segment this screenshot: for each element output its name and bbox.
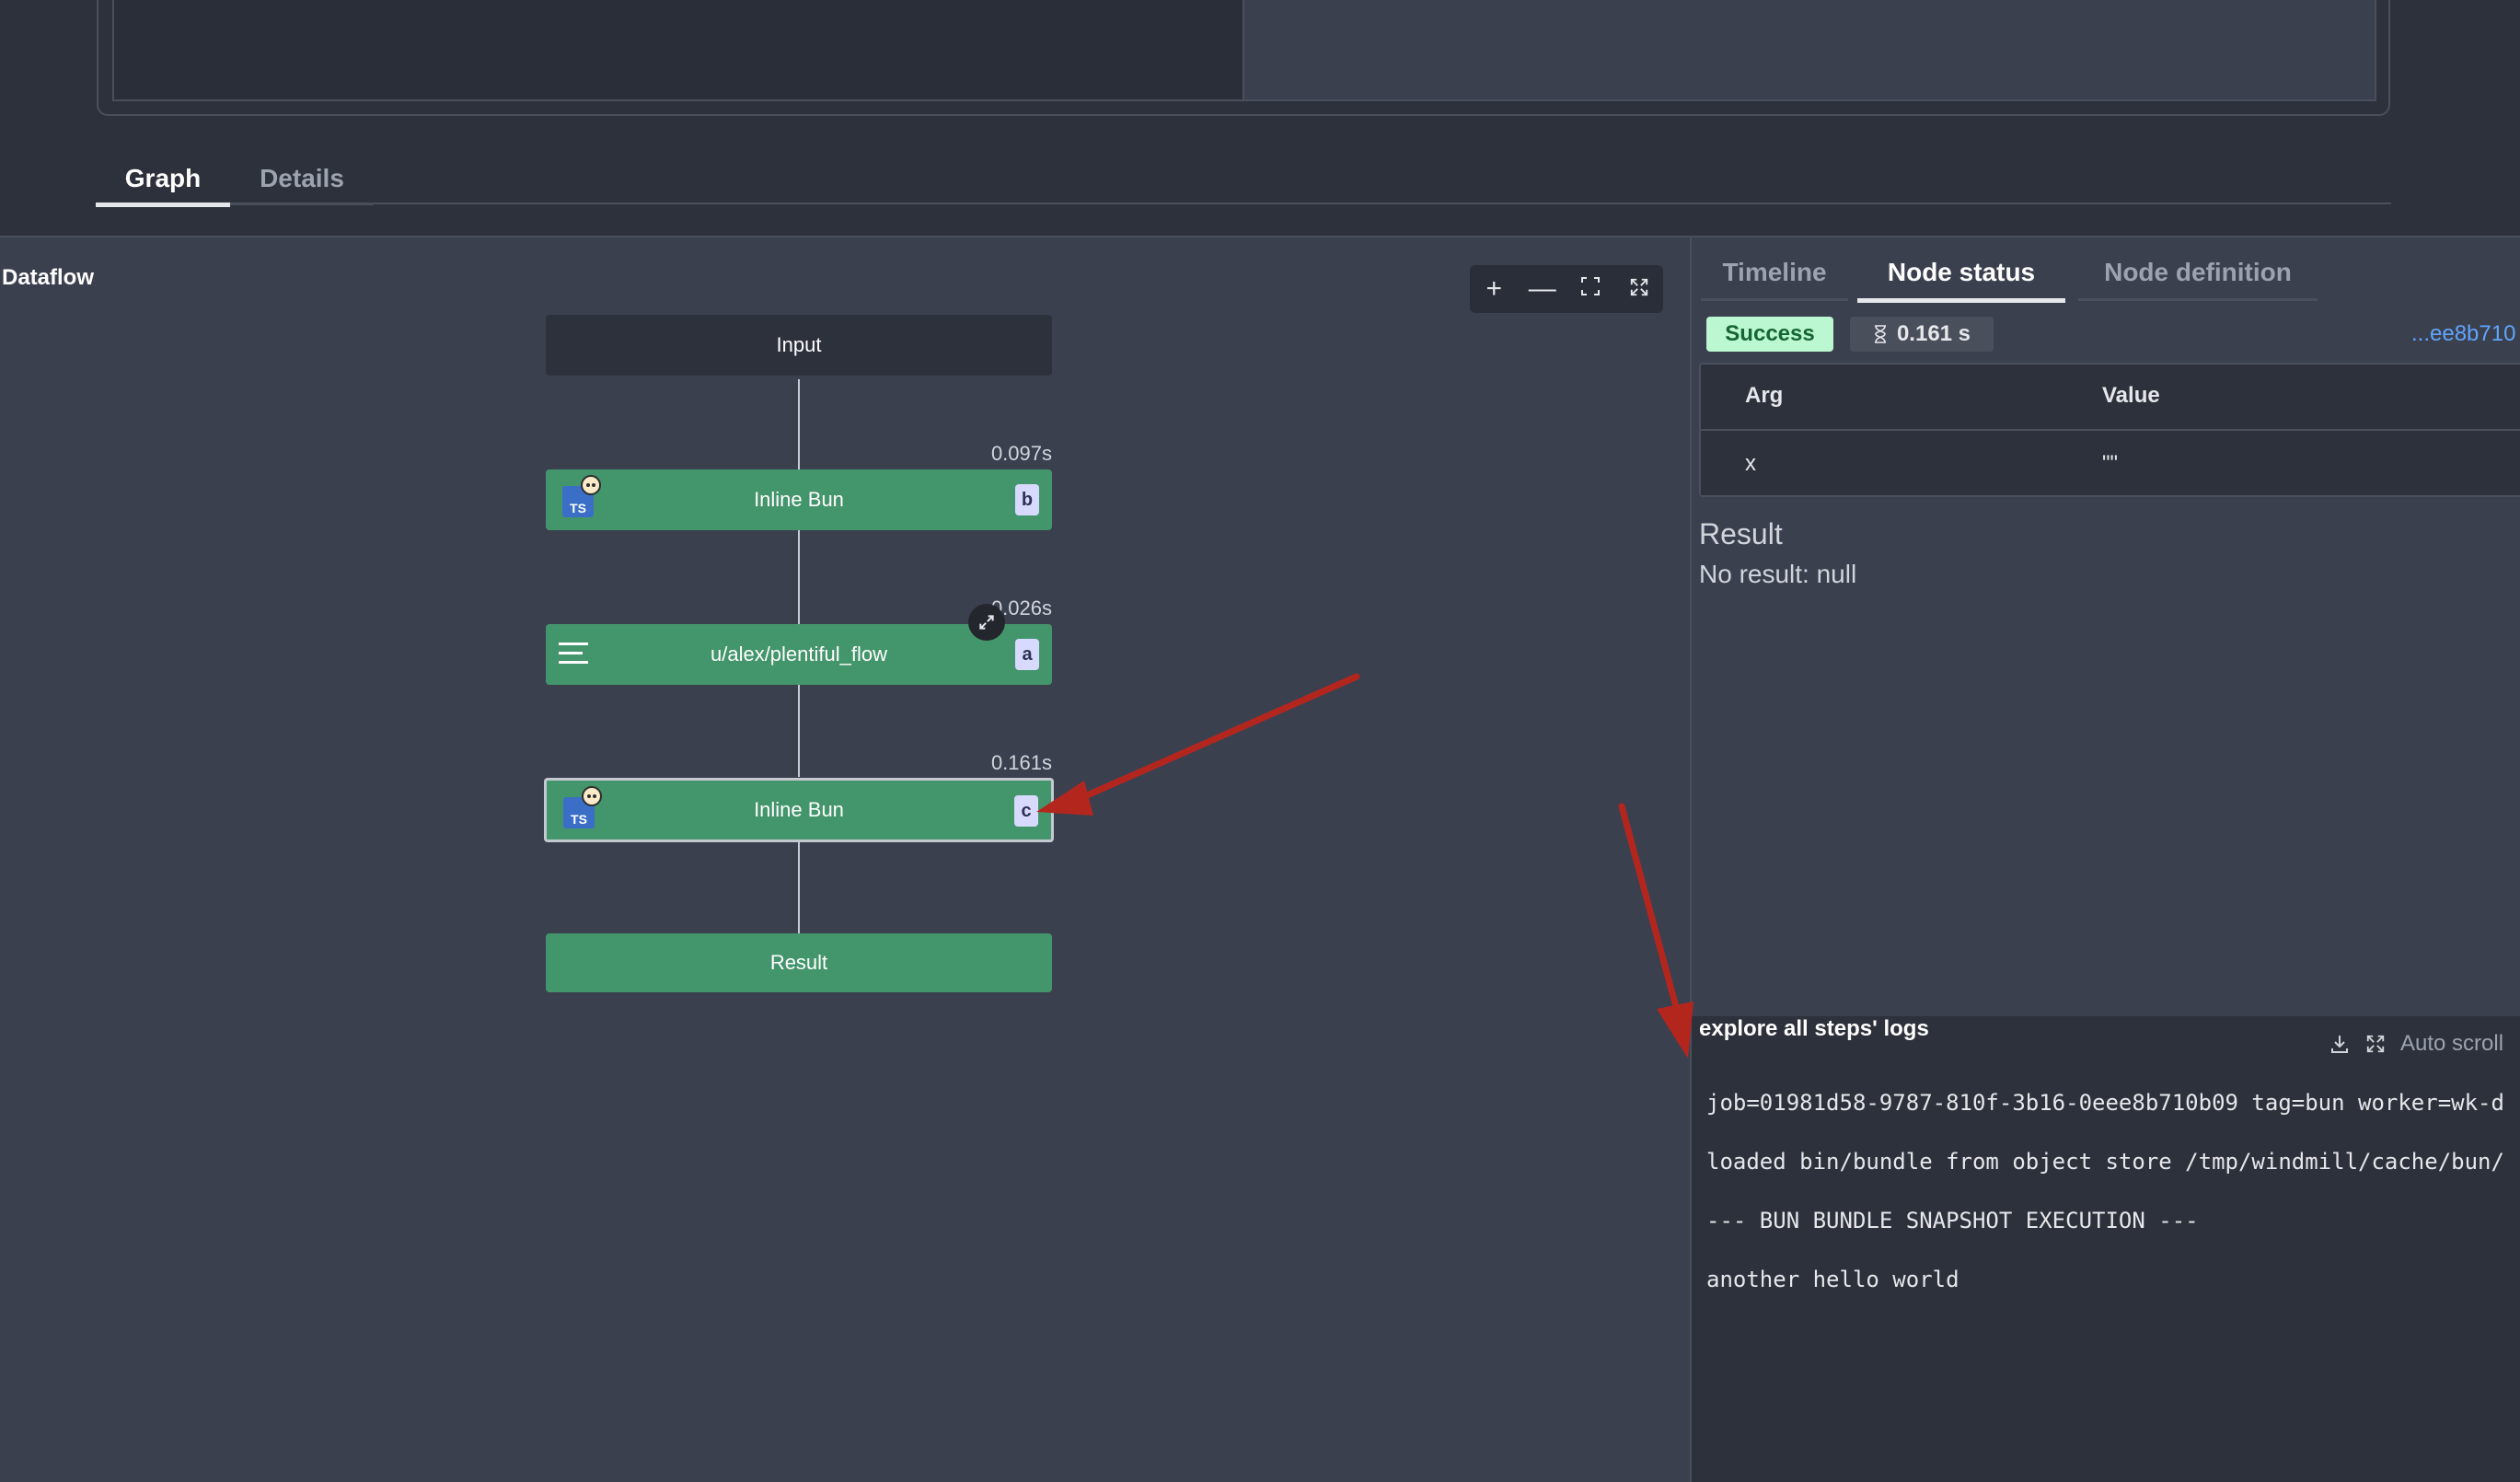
node-label: Input	[776, 333, 822, 356]
result-title: Result	[1699, 517, 1783, 550]
node-step-c[interactable]: TS Inline Bun c	[544, 778, 1054, 842]
graph-edge	[798, 530, 800, 624]
top-left-pane	[112, 0, 1244, 101]
dataflow-label: Dataflow	[2, 265, 95, 290]
result-text: No result: null	[1699, 560, 1857, 588]
log-line: --- BUN BUNDLE SNAPSHOT EXECUTION ---	[1706, 1208, 2199, 1233]
column-header-value: Value	[2102, 383, 2160, 408]
graph-edge	[798, 685, 800, 777]
expand-logs-icon[interactable]	[2365, 1034, 2386, 1054]
node-id-badge: b	[1015, 484, 1039, 515]
fit-view-icon	[1581, 277, 1601, 295]
bun-icon	[582, 786, 602, 806]
log-line: job=01981d58-9787-810f-3b16-0eee8b710b09…	[1706, 1090, 2504, 1116]
auto-scroll-toggle[interactable]: Auto scroll	[2400, 1031, 2503, 1057]
graph-toolbar: + —	[1470, 265, 1663, 313]
tab-graph[interactable]: Graph	[96, 155, 230, 207]
logs-toolbar: Auto scroll	[2329, 1031, 2503, 1057]
tabs-divider	[374, 203, 2391, 204]
graph-edge	[798, 839, 800, 933]
node-id-badge: c	[1014, 795, 1038, 827]
zoom-in-button[interactable]: +	[1474, 265, 1514, 313]
node-id-badge: a	[1015, 639, 1039, 670]
logs-panel	[1692, 1016, 2520, 1482]
node-label: Inline Bun	[754, 798, 844, 821]
args-table: Arg Value x ""	[1699, 363, 2520, 497]
arg-value: ""	[2102, 451, 2119, 476]
tab-details[interactable]: Details	[230, 155, 374, 205]
tab-node-definition[interactable]: Node definition	[2078, 247, 2318, 301]
job-id-link[interactable]: ...ee8b710	[2411, 317, 2515, 352]
annotation-arrow	[1618, 803, 1693, 1059]
column-header-arg: Arg	[1745, 383, 1784, 408]
expand-subflow-button[interactable]	[968, 604, 1005, 641]
arg-name: x	[1745, 451, 1756, 476]
fullscreen-icon	[1630, 278, 1647, 296]
node-duration: 0.161s	[990, 751, 1052, 774]
tab-timeline[interactable]: Timeline	[1701, 247, 1848, 301]
node-duration: 0.097s	[990, 442, 1052, 465]
log-line: loaded bin/bundle from object store /tmp…	[1706, 1149, 2504, 1175]
logs-title[interactable]: explore all steps' logs	[1699, 1016, 1929, 1042]
bun-icon	[581, 475, 601, 495]
download-icon[interactable]	[2329, 1033, 2351, 1055]
log-line: another hello world	[1706, 1267, 1959, 1292]
node-label: u/alex/plentiful_flow	[710, 643, 887, 666]
annotation-arrow	[1036, 673, 1360, 816]
hourglass-icon	[1874, 325, 1886, 343]
fit-view-button[interactable]	[1570, 265, 1611, 313]
tab-node-status[interactable]: Node status	[1857, 247, 2065, 303]
status-badge: Success	[1706, 317, 1833, 352]
duration-badge: 0.161 s	[1850, 317, 1994, 352]
fullscreen-button[interactable]	[1619, 265, 1659, 313]
node-result[interactable]: Result	[546, 933, 1052, 992]
zoom-out-button[interactable]: —	[1522, 265, 1563, 313]
flow-icon	[559, 643, 588, 666]
node-step-b[interactable]: TS Inline Bun b	[546, 469, 1052, 530]
table-divider	[1701, 429, 2520, 431]
duration-value: 0.161 s	[1896, 321, 1971, 346]
expand-icon	[979, 615, 994, 630]
node-input[interactable]: Input	[546, 315, 1052, 376]
node-label: Result	[769, 951, 828, 974]
graph-edge	[798, 379, 800, 469]
top-right-pane	[1244, 0, 2376, 101]
node-label: Inline Bun	[754, 488, 844, 511]
